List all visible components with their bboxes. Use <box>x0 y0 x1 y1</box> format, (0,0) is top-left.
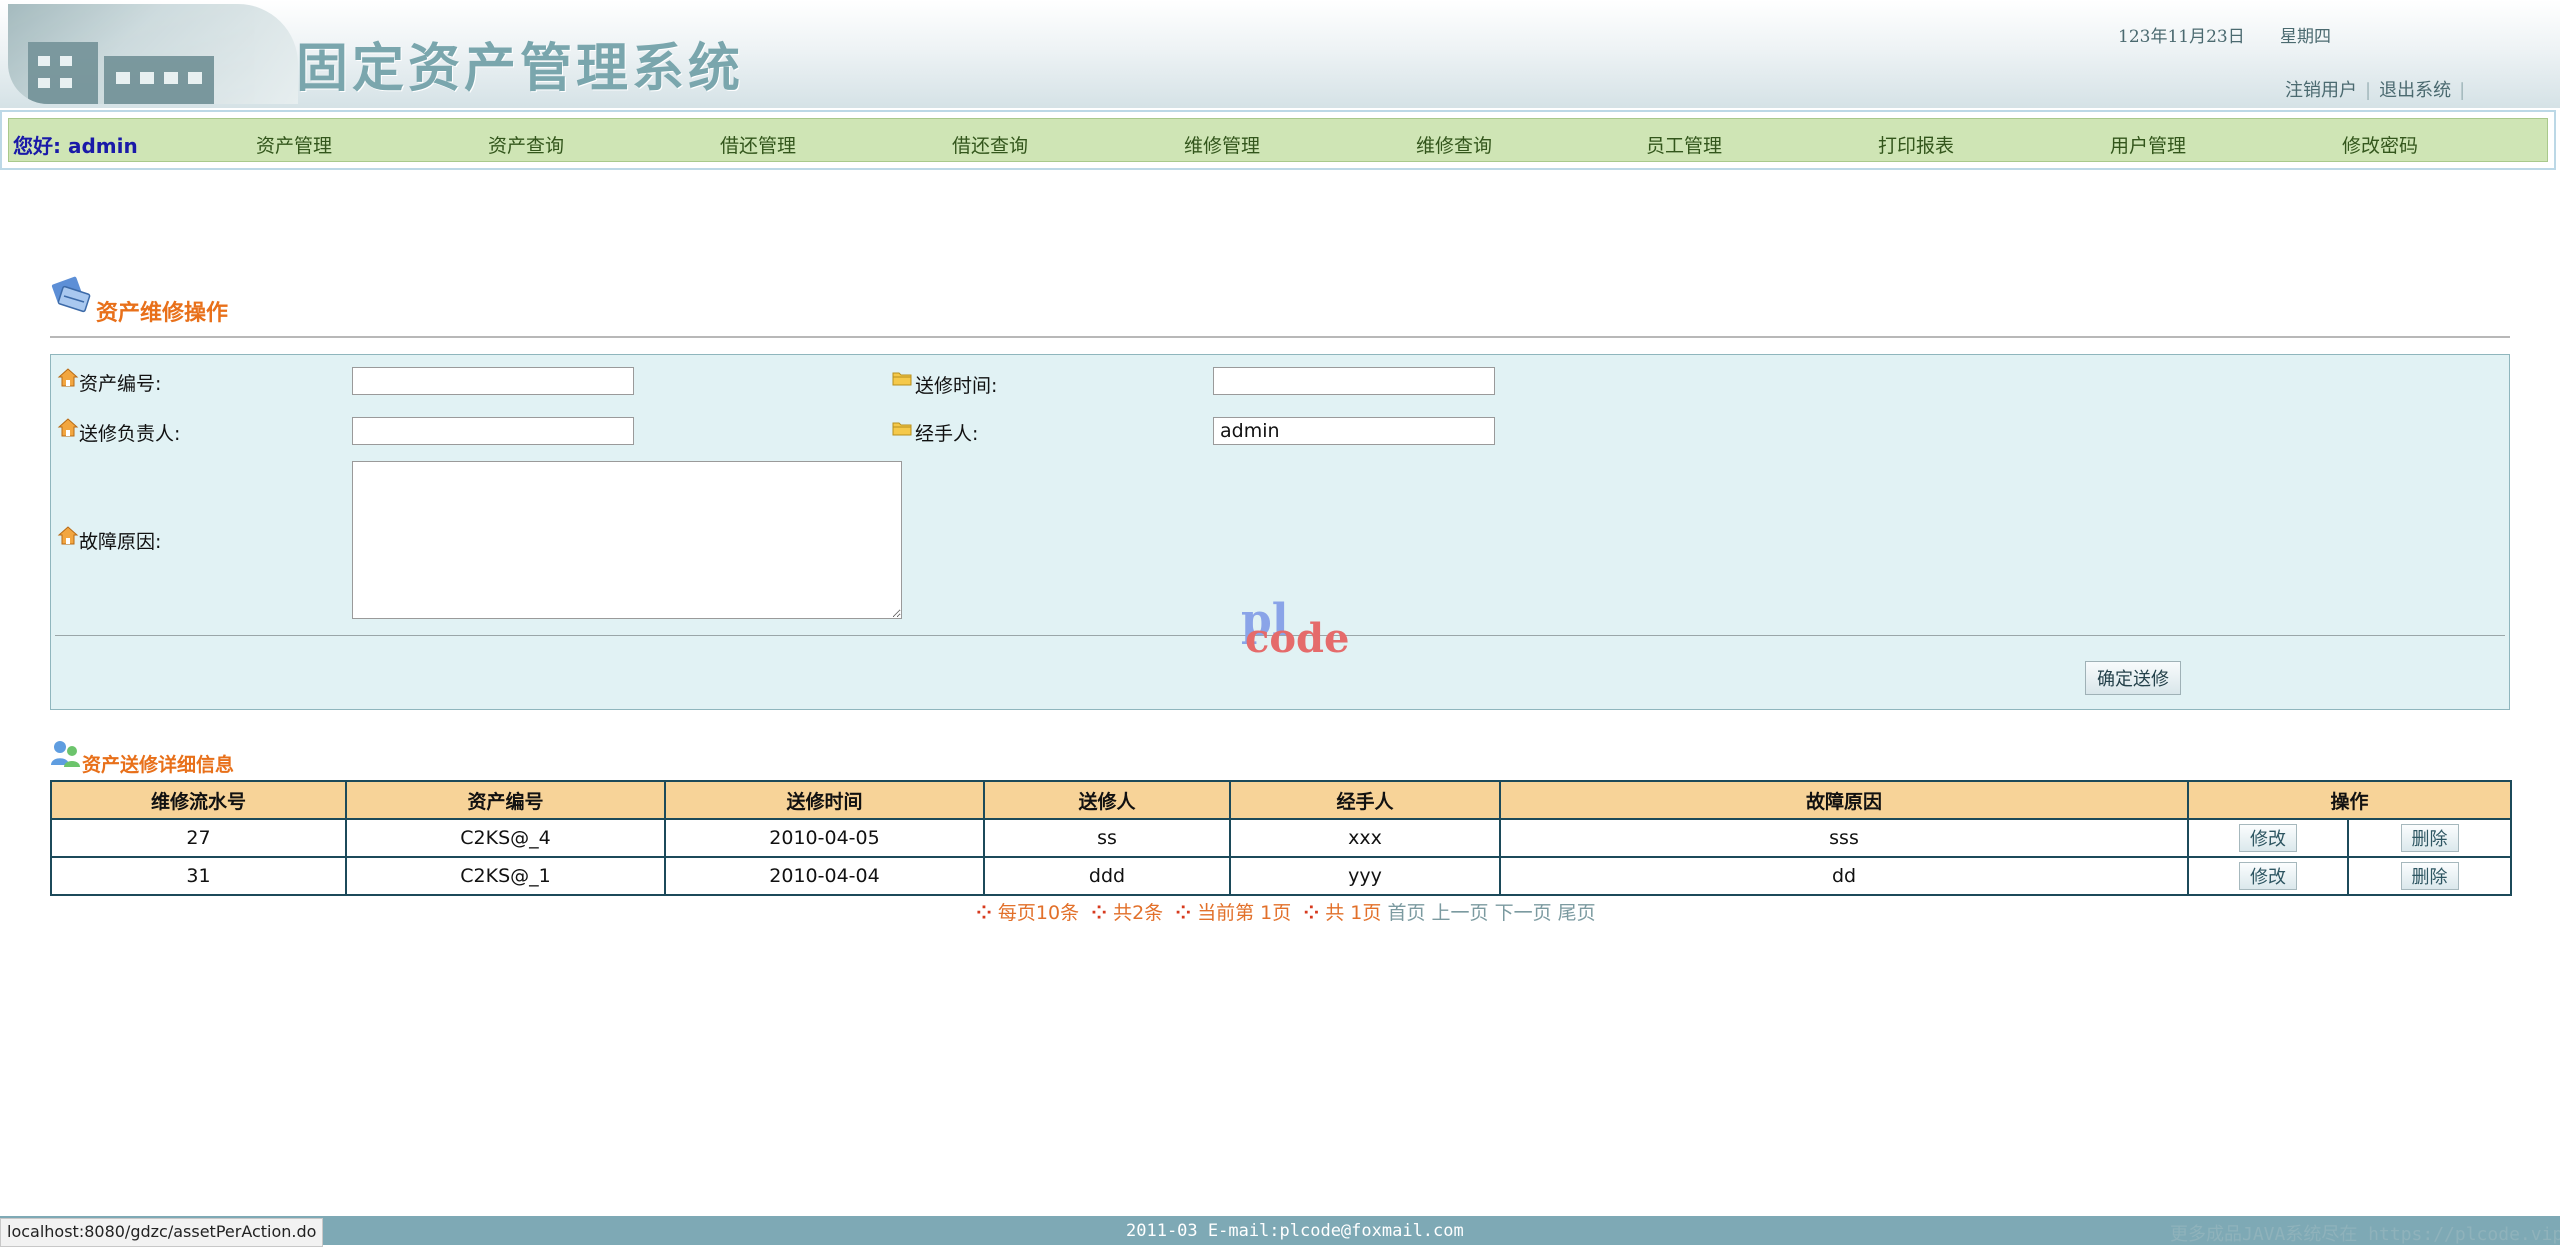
arrow-icon: ⁘ <box>1091 902 1108 924</box>
column-header: 操作 <box>2186 780 2513 820</box>
arrow-icon: ⁘ <box>1303 902 1320 924</box>
nav-item-borrow-management[interactable]: 借还管理 <box>720 131 796 158</box>
delete-cell: 删除 <box>2346 856 2513 896</box>
section-divider <box>50 336 2510 338</box>
nav-item-borrow-query[interactable]: 借还查询 <box>952 131 1028 158</box>
footer: 2011-03 E-mail:plcode@foxmail.com 更多成品JA… <box>0 1216 2560 1245</box>
delete-cell: 删除 <box>2346 818 2513 858</box>
table-header-row: 维修流水号 资产编号 送修时间 送修人 经手人 故障原因 操作 <box>50 780 2513 820</box>
asset-no-cell: C2KS@_4 <box>345 818 666 858</box>
delete-button[interactable]: 删除 <box>2400 824 2459 852</box>
watermark-bottom: code <box>1245 615 1350 662</box>
column-header: 维修流水号 <box>50 780 347 820</box>
current-weekday: 星期四 <box>2280 27 2331 47</box>
nav-item-repair-management[interactable]: 维修管理 <box>1184 131 1260 158</box>
handler-cell: yyy <box>1229 856 1501 896</box>
browser-status-url: localhost:8080/gdzc/assetPerAction.do <box>0 1218 324 1247</box>
nav-item-print-report[interactable]: 打印报表 <box>1878 131 1954 158</box>
footer-copyright: 2011-03 E-mail:plcode@foxmail.com <box>1126 1221 1464 1241</box>
column-header: 送修人 <box>983 780 1231 820</box>
fault-reason-label: 故障原因: <box>79 531 162 553</box>
asset-no-cell: C2KS@_1 <box>345 856 666 896</box>
current-date: 123年11月23日 <box>2118 27 2245 47</box>
header: 固定资产管理系统 123年11月23日 星期四 注销用户 | 退出系统 | <box>0 0 2560 108</box>
send-time-label: 送修时间: <box>915 375 998 397</box>
edit-button[interactable]: 修改 <box>2239 824 2297 852</box>
edit-button[interactable]: 修改 <box>2239 862 2297 890</box>
nav-item-change-password[interactable]: 修改密码 <box>2342 131 2418 158</box>
main-nav-frame: 您好: admin 资产管理 资产查询 借还管理 借还查询 维修管理 维修查询 … <box>0 110 2556 170</box>
responsible-label: 送修负责人: <box>79 423 181 445</box>
column-header: 故障原因 <box>1499 780 2189 820</box>
reason-cell: sss <box>1499 818 2189 858</box>
repair-id-cell: 27 <box>50 818 347 858</box>
pagination: ⁘ 每页10条 ⁘ 共2条 ⁘ 当前第 1页 ⁘ 共 1页 首页 上一页 下一页 尾页 <box>970 898 1596 925</box>
fault-reason-textarea[interactable] <box>352 461 902 619</box>
prev-page-link[interactable]: 上一页 <box>1432 902 1489 924</box>
main-nav: 您好: admin 资产管理 资产查询 借还管理 借还查询 维修管理 维修查询 … <box>8 118 2548 162</box>
total-pages-text: 共 1页 <box>1325 902 1382 924</box>
house-icon <box>57 368 79 387</box>
repair-operation-icon <box>51 276 91 313</box>
edit-cell: 修改 <box>2187 818 2349 858</box>
exit-system-link[interactable]: 退出系统 <box>2379 80 2451 101</box>
users-icon <box>51 741 80 767</box>
folder-icon <box>892 422 912 436</box>
responsible-input[interactable] <box>352 417 634 445</box>
delete-button[interactable]: 删除 <box>2400 862 2459 890</box>
submit-repair-button[interactable]: 确定送修 <box>2085 661 2181 695</box>
user-greeting: 您好: admin <box>13 134 138 158</box>
next-page-link[interactable]: 下一页 <box>1495 902 1552 924</box>
sender-cell: ss <box>983 818 1231 858</box>
column-header: 送修时间 <box>664 780 985 820</box>
logout-user-link[interactable]: 注销用户 <box>2285 80 2357 101</box>
plcode-watermark: pl code <box>1241 595 1361 675</box>
handler-input[interactable] <box>1213 417 1495 445</box>
link-separator: | <box>2365 80 2372 101</box>
column-header: 资产编号 <box>345 780 666 820</box>
sender-cell: ddd <box>983 856 1231 896</box>
repair-form-panel: 资产编号: 送修时间: 送修负责人: 经手人: 故障原因: pl code 确定… <box>50 354 2510 710</box>
handler-label: 经手人: <box>915 423 979 445</box>
repair-id-cell: 31 <box>50 856 347 896</box>
link-separator: | <box>2459 80 2466 101</box>
asset-no-label: 资产编号: <box>79 373 162 395</box>
per-page-text: 每页10条 <box>997 902 1080 924</box>
edit-cell: 修改 <box>2187 856 2349 896</box>
system-title: 固定资产管理系统 <box>296 38 745 99</box>
folder-icon <box>892 372 912 386</box>
last-page-link[interactable]: 尾页 <box>1558 902 1596 924</box>
repair-detail-title: 资产送修详细信息 <box>82 754 235 776</box>
current-page-text: 当前第 1页 <box>1197 902 1292 924</box>
nav-item-asset-query[interactable]: 资产查询 <box>488 131 564 158</box>
repair-detail-table: 维修流水号 资产编号 送修时间 送修人 经手人 故障原因 操作 27 C2KS@… <box>50 780 2513 896</box>
reason-cell: dd <box>1499 856 2189 896</box>
first-page-link[interactable]: 首页 <box>1387 902 1425 924</box>
send-time-cell: 2010-04-04 <box>664 856 985 896</box>
handler-cell: xxx <box>1229 818 1501 858</box>
footer-promo-text: 更多成品JAVA系统尽在 https://plcode.vip <box>2170 1224 2560 1245</box>
arrow-icon: ⁘ <box>1175 902 1192 924</box>
total-count-text: 共2条 <box>1113 902 1164 924</box>
house-icon <box>57 526 79 545</box>
column-header: 经手人 <box>1229 780 1501 820</box>
table-row: 27 C2KS@_4 2010-04-05 ss xxx sss 修改 删除 <box>50 818 2513 858</box>
nav-item-employee-management[interactable]: 员工管理 <box>1646 131 1722 158</box>
building-logo-image <box>8 4 298 104</box>
send-time-input[interactable] <box>1213 367 1495 395</box>
table-row: 31 C2KS@_1 2010-04-04 ddd yyy dd 修改 删除 <box>50 856 2513 896</box>
arrow-icon: ⁘ <box>976 902 992 924</box>
repair-operation-title: 资产维修操作 <box>96 301 229 326</box>
asset-no-input[interactable] <box>352 367 634 395</box>
send-time-cell: 2010-04-05 <box>664 818 985 858</box>
nav-item-asset-management[interactable]: 资产管理 <box>256 131 332 158</box>
nav-item-user-management[interactable]: 用户管理 <box>2110 131 2186 158</box>
nav-item-repair-query[interactable]: 维修查询 <box>1416 131 1492 158</box>
house-icon <box>57 418 79 437</box>
header-links: 注销用户 | 退出系统 | <box>2285 76 2473 102</box>
